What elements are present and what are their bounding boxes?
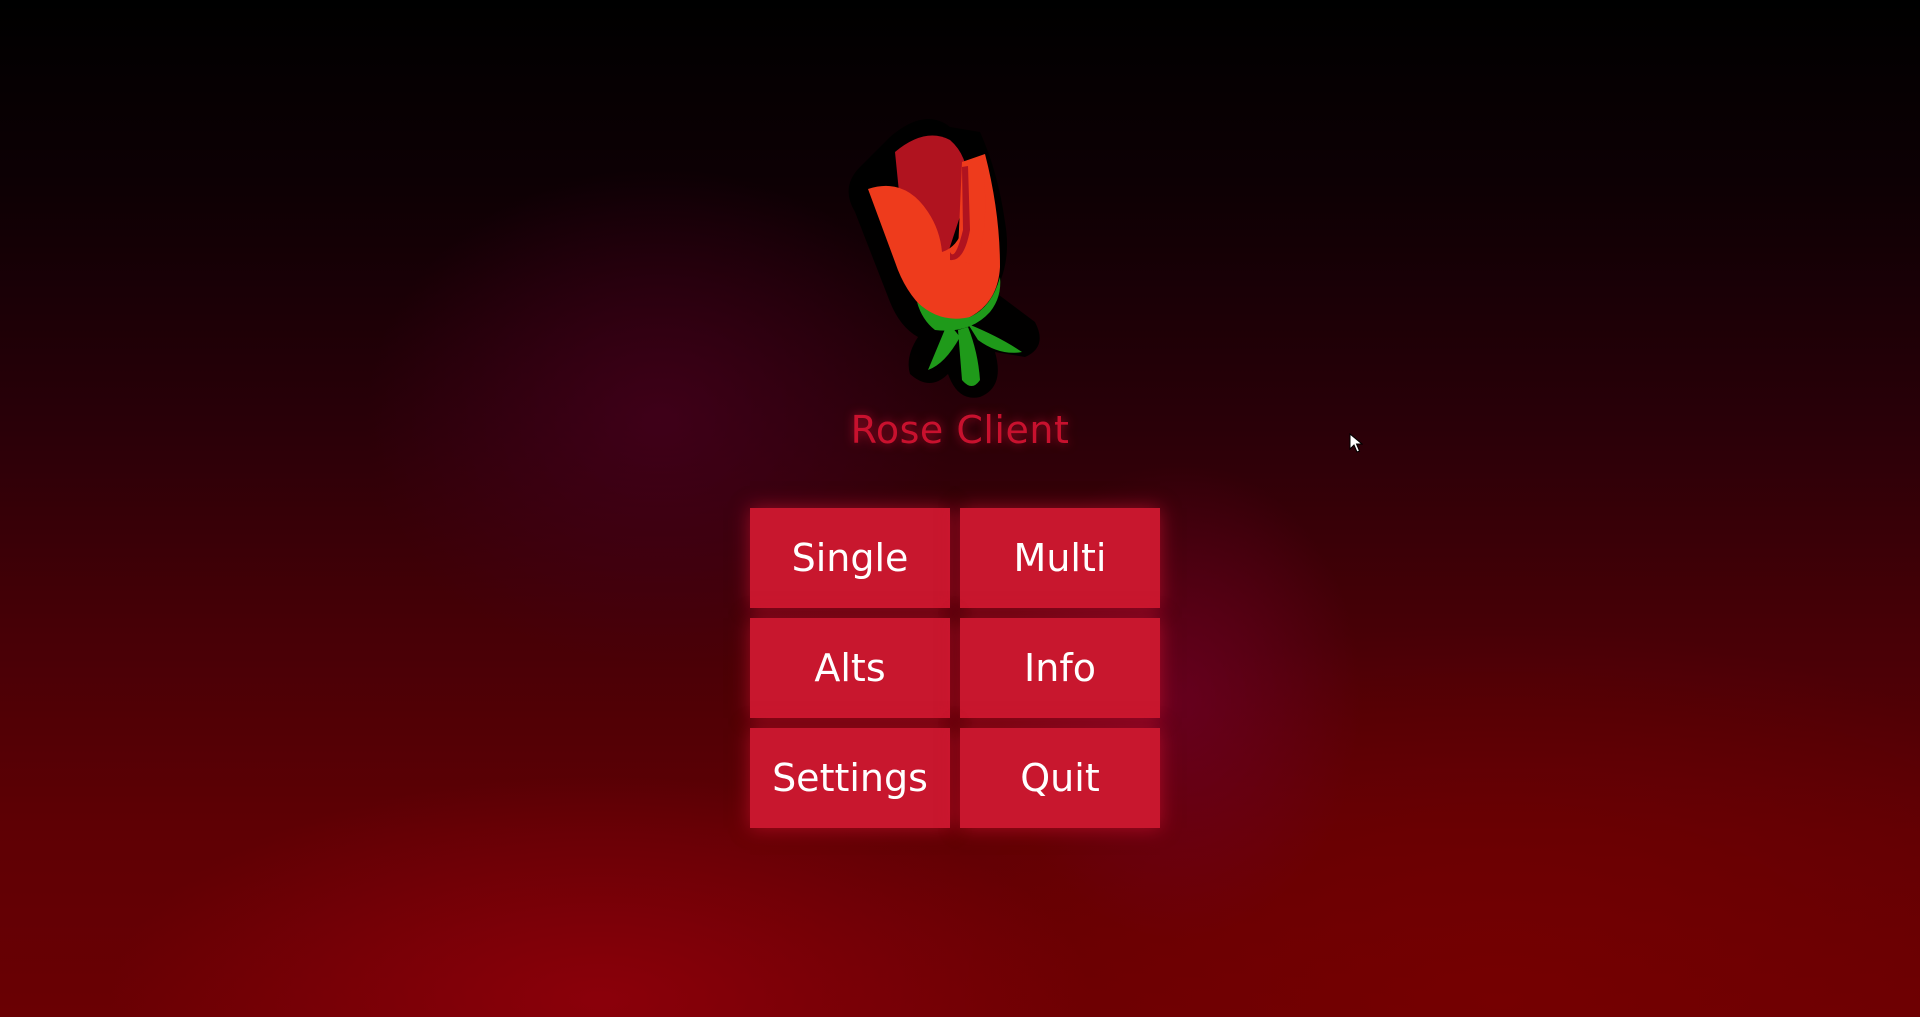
main-menu-screen: Rose Client Single Multi Alts Info Setti… [0, 0, 1920, 1017]
info-button[interactable]: Info [960, 618, 1160, 718]
quit-button[interactable]: Quit [960, 728, 1160, 828]
settings-button[interactable]: Settings [750, 728, 950, 828]
rose-icon [848, 119, 1040, 398]
app-title: Rose Client [850, 408, 1070, 452]
alts-button[interactable]: Alts [750, 618, 950, 718]
single-button[interactable]: Single [750, 508, 950, 608]
multi-button[interactable]: Multi [960, 508, 1160, 608]
mouse-pointer-icon [1349, 433, 1363, 453]
main-menu-grid: Single Multi Alts Info Settings Quit [750, 508, 1160, 828]
